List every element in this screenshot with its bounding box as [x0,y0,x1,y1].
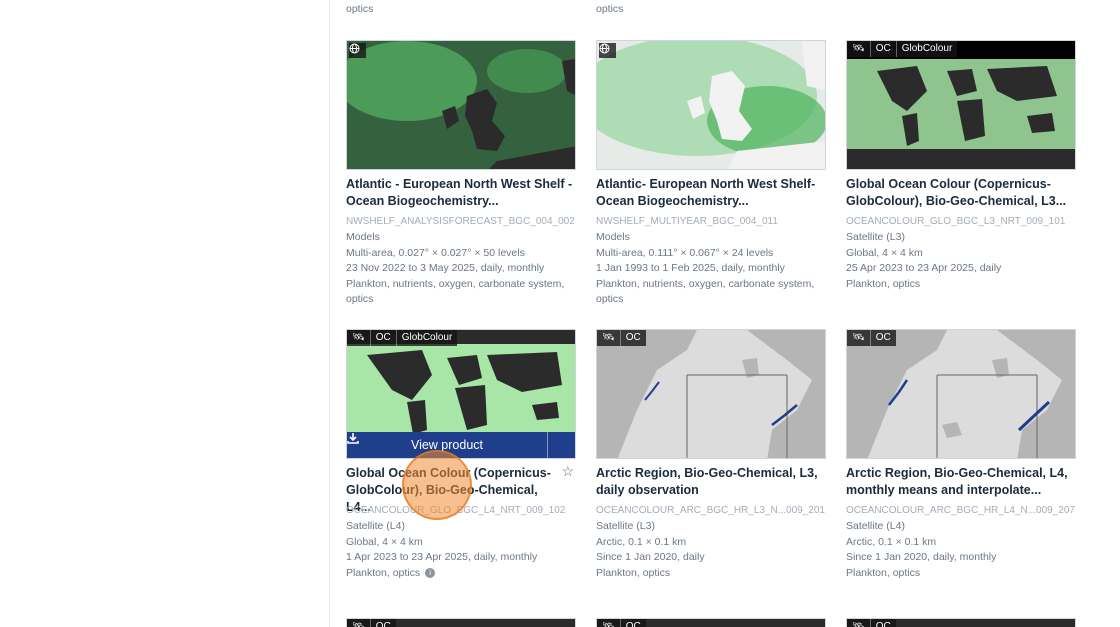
product-tags: 🛰 OC [847,619,896,627]
product-variables: Plankton, nutrients, oxygen, carbonate s… [346,277,565,306]
product-variables: Plankton, optics [346,566,421,579]
product-title[interactable]: Global Ocean Colour (Copernicus-GlobColo… [846,176,1076,210]
product-id: OCEANCOLOUR_ARC_BGC_HR_L3_N...009_201 [596,505,825,516]
product-type: Satellite (L3) [596,520,655,532]
product-title[interactable]: Global Ocean Colour (Copernicus-GlobColo… [346,465,576,514]
product-resolution: Global, 4 × 4 km [346,535,423,548]
view-product-button[interactable]: View product [347,432,547,458]
product-thumbnail[interactable]: 🛰 OC [846,329,1076,459]
tag-oc: OC [625,332,641,343]
product-title[interactable]: Arctic Region, Bio-Geo-Chemical, L3, dai… [596,465,826,499]
favorite-star-icon[interactable]: ☆ [561,463,574,480]
tag-oc: OC [871,41,897,57]
info-icon[interactable]: i [425,567,436,578]
tag-globcolour: GlobColour [401,332,453,343]
product-id: OCEANCOLOUR_GLO_BGC_L4_NRT_009_102 [346,505,566,516]
product-card[interactable]: 🛰 OC GlobColour Global Ocean Colour (Cop… [846,40,1076,292]
tag-oc: OC [875,332,891,343]
product-card[interactable]: 🛰 OC [846,618,1076,627]
product-title[interactable]: Atlantic- European North West Shelf- Oce… [596,176,826,210]
product-card[interactable]: 🛰 OC [596,618,826,627]
satellite-icon: 🛰 [847,330,871,346]
product-type: Satellite (L4) [846,520,905,532]
product-thumbnail[interactable] [596,40,826,170]
tag-globcolour: GlobColour [901,43,953,54]
tag-oc: OC [875,621,891,627]
satellite-icon: 🛰 [847,41,871,57]
product-card[interactable]: 🛰 OC Arctic Region, Bio-Geo-Chemical, L4… [846,329,1076,581]
product-thumbnail[interactable]: 🛰 OC [596,618,826,627]
product-variables: Plankton, nutrients, oxygen, carbonate s… [596,277,815,306]
product-variables: Plankton, optics [596,566,671,579]
prev-card-variables: optics [596,3,624,15]
prev-card-variables: optics [346,3,374,15]
product-card[interactable]: Atlantic- European North West Shelf- Oce… [596,40,826,308]
product-resolution: Multi-area, 0.111° × 0.067° × 24 levels [596,246,774,259]
product-id: OCEANCOLOUR_GLO_BGC_L3_NRT_009_101 [846,216,1066,227]
product-meta: Satellite (L4) Global, 4 × 4 km 1 Apr 20… [346,519,576,581]
product-period: 1 Jan 1993 to 1 Feb 2025, daily, monthly [596,262,785,274]
product-thumbnail[interactable]: 🛰 OC [346,618,576,627]
product-thumbnail[interactable]: 🛰 OC [846,618,1076,627]
product-tags: 🛰 OC GlobColour [847,41,958,57]
product-id: OCEANCOLOUR_ARC_BGC_HR_L4_N...009_207 [846,505,1075,516]
product-resolution: Global, 4 × 4 km [846,246,923,259]
product-meta: Models Multi-area, 0.027° × 0.027° × 50 … [346,230,576,308]
product-variables-row: Plankton, optics i [346,566,576,582]
globe-icon [599,43,616,58]
download-icon[interactable] [347,432,575,458]
product-resolution: Arctic, 0.1 × 0.1 km [846,535,937,548]
product-card[interactable]: 🛰 OC [346,618,576,627]
satellite-icon: 🛰 [847,619,871,627]
product-type: Satellite (L3) [846,231,905,243]
product-type: Models [596,231,630,243]
tag-oc: OC [371,330,397,346]
product-card[interactable]: 🛰 OC GlobColour View product ☆ Global Oc… [346,329,576,581]
satellite-icon: 🛰 [597,330,621,346]
product-period: Since 1 Jan 2020, daily, monthly [846,551,997,563]
product-period: 25 Apr 2023 to 23 Apr 2025, daily [846,262,1002,274]
product-tags: 🛰 OC [847,330,896,346]
product-resolution: Multi-area, 0.027° × 0.027° × 50 levels [346,246,525,259]
product-meta: Satellite (L3) Arctic, 0.1 × 0.1 km Sinc… [596,519,826,581]
product-grid: optics optics Atlantic - European North … [330,0,1120,627]
product-meta: Models Multi-area, 0.111° × 0.067° × 24 … [596,230,826,308]
view-product-bar: View product [347,432,575,458]
product-tags: 🛰 OC [597,619,646,627]
product-period: 1 Apr 2023 to 23 Apr 2025, daily, monthl… [346,551,538,563]
product-variables: Plankton, optics [846,277,921,290]
product-thumbnail[interactable] [346,40,576,170]
product-id: NWSHELF_MULTIYEAR_BGC_004_011 [596,216,778,227]
satellite-icon: 🛰 [347,330,371,346]
globe-icon [349,43,366,58]
product-card[interactable]: Atlantic - European North West Shelf - O… [346,40,576,308]
product-variables: Plankton, optics [846,566,921,579]
product-tags: 🛰 OC [597,330,646,346]
filter-sidebar [0,0,330,627]
product-resolution: Arctic, 0.1 × 0.1 km [596,535,687,548]
product-title[interactable]: Arctic Region, Bio-Geo-Chemical, L4, mon… [846,465,1076,499]
satellite-icon: 🛰 [597,619,621,627]
product-thumbnail[interactable]: 🛰 OC GlobColour [846,40,1076,170]
product-thumbnail[interactable]: 🛰 OC GlobColour View product [346,329,576,459]
product-period: Since 1 Jan 2020, daily [596,551,705,563]
product-meta: Satellite (L3) Global, 4 × 4 km 25 Apr 2… [846,230,1076,292]
product-type: Models [346,231,380,243]
product-tags: 🛰 OC GlobColour [347,330,458,346]
product-meta: Satellite (L4) Arctic, 0.1 × 0.1 km Sinc… [846,519,1076,581]
product-tags: 🛰 OC [347,619,396,627]
product-title[interactable]: Atlantic - European North West Shelf - O… [346,176,576,210]
product-type: Satellite (L4) [346,520,405,532]
product-card[interactable]: 🛰 OC Arctic Region, Bio-Geo-Chemical, L3… [596,329,826,581]
satellite-icon: 🛰 [347,619,371,627]
product-thumbnail[interactable]: 🛰 OC [596,329,826,459]
product-id: NWSHELF_ANALYSISFORECAST_BGC_004_002 [346,216,575,227]
tag-oc: OC [625,621,641,627]
tag-oc: OC [375,621,391,627]
product-period: 23 Nov 2022 to 3 May 2025, daily, monthl… [346,262,545,274]
